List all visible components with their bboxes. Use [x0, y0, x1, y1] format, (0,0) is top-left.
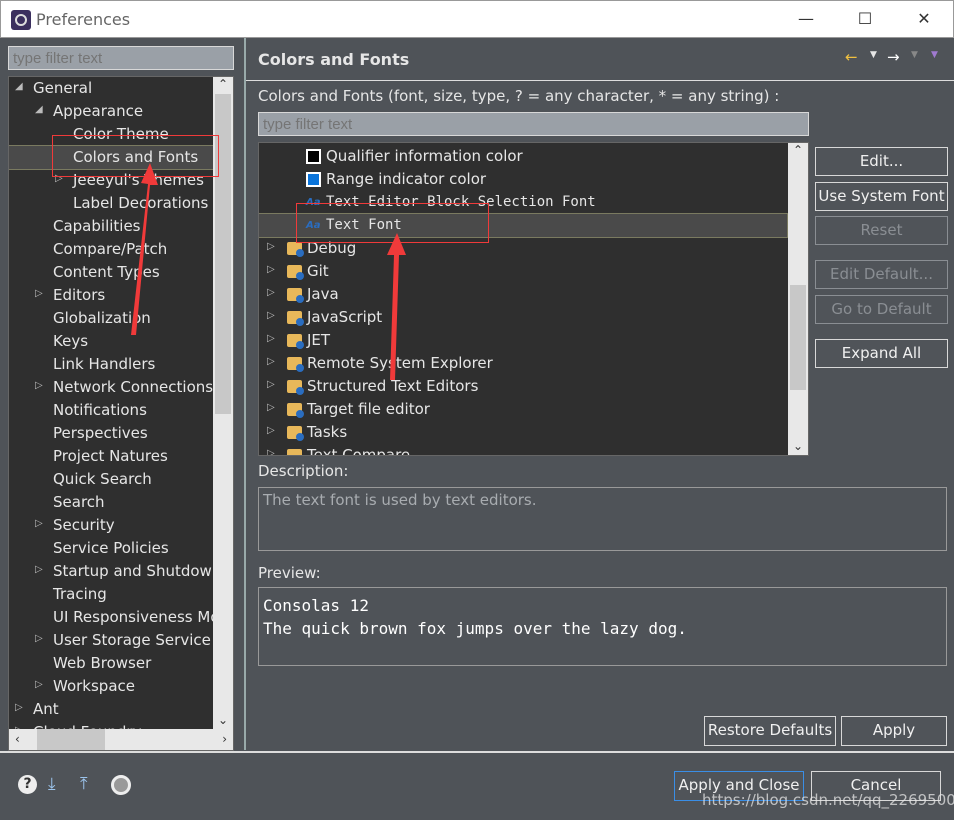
annotation-arrows: [131, 163, 406, 380]
annotation-arrow: [131, 163, 158, 335]
annotation-arrow: [387, 233, 406, 380]
